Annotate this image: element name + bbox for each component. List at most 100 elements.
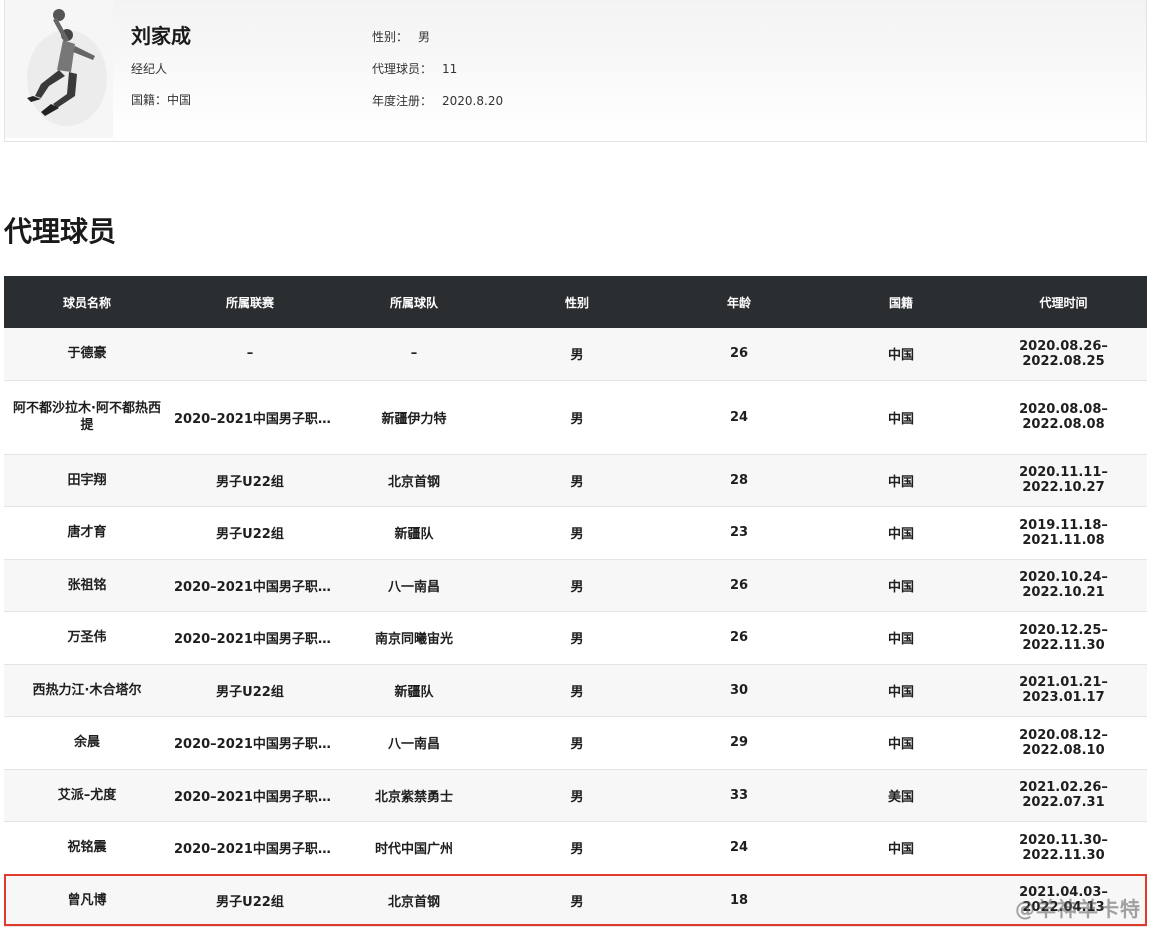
watermark: @羊神羊卡特	[1015, 897, 1141, 921]
header-team[interactable]: 所属球队	[330, 276, 498, 328]
table-row[interactable]: 西热力江·木合塔尔 男子U22组 新疆队 男 30 中国 2021.01.21–2023.0…	[4, 664, 1147, 716]
gender-cell: 男	[570, 737, 584, 752]
agency-period-cell: 2021.02.26–2022.07.31	[1019, 780, 1108, 810]
gender-label: 性别：	[372, 30, 409, 44]
player-name-cell: 曾凡博	[67, 892, 107, 908]
league-cell: 2020–2021中国男子职…	[174, 411, 330, 427]
header-nationality[interactable]: 国籍	[822, 276, 980, 328]
agent-gender: 性别： 男	[372, 28, 430, 45]
agency-period-cell: 2020.08.26–2022.08.25	[1019, 338, 1108, 369]
league-cell: 2020–2021中国男子职…	[174, 789, 330, 805]
nationality-cell: 中国	[887, 632, 914, 647]
team-cell: 南京同曦宙光	[374, 632, 453, 647]
team-cell: 八一南昌	[387, 579, 440, 595]
nationality-label: 国籍：	[131, 93, 168, 107]
registration-value: 2020.8.20	[442, 94, 504, 108]
nationality-cell: 中国	[887, 684, 914, 700]
nationality-cell: 美国	[887, 789, 914, 805]
age-cell: 29	[729, 735, 749, 750]
gender-cell: 男	[570, 527, 584, 542]
team-cell: 北京首钢	[387, 894, 440, 910]
league-cell: –	[246, 346, 254, 362]
age-cell: 28	[729, 472, 749, 488]
player-name-cell: 西热力江·木合塔尔	[32, 682, 142, 698]
header-age[interactable]: 年龄	[656, 276, 822, 328]
player-name-cell: 张祖铭	[67, 577, 107, 593]
table-row[interactable]: 祝铭震 2020–2021中国男子职… 时代中国广州 男 24 中国 2020.11.30–…	[4, 821, 1147, 874]
league-cell: 2020–2021中国男子职…	[174, 842, 330, 857]
basketball-player-icon	[27, 9, 107, 126]
team-cell: 新疆队	[394, 527, 434, 542]
age-cell: 33	[729, 787, 749, 803]
table-row[interactable]: 唐才育 男子U22组 新疆队 男 23 中国 2019.11.18–2021.11.08	[4, 506, 1147, 559]
table-row[interactable]: 余晨 2020–2021中国男子职… 八一南昌 男 29 中国 2020.08.12–202…	[4, 716, 1147, 769]
player-name-cell: 祝铭震	[67, 840, 107, 855]
gender-cell: 男	[570, 579, 584, 595]
header-agency-period[interactable]: 代理时间	[980, 276, 1147, 328]
agency-period-cell: 2021.01.21–2023.01.17	[1019, 675, 1108, 705]
nationality-value: 中国	[167, 93, 192, 107]
player-name-cell: 万圣伟	[67, 630, 107, 645]
section-title: 代理球员	[4, 215, 117, 248]
age-cell: 30	[729, 682, 749, 698]
nationality-cell: 中国	[887, 527, 914, 542]
player-name-cell: 艾派–尤度	[57, 787, 117, 803]
table-row[interactable]: 张祖铭 2020–2021中国男子职… 八一南昌 男 26 中国 2020.10.24–20…	[4, 559, 1147, 611]
player-name-cell: 于德豪	[67, 346, 107, 362]
agency-period-cell: 2020.11.30–2022.11.30	[1019, 832, 1108, 863]
agent-registration: 年度注册： 2020.8.20	[372, 92, 503, 109]
age-cell: 24	[729, 840, 749, 855]
nationality-cell: 中国	[887, 579, 914, 595]
league-cell: 2020–2021中国男子职…	[174, 579, 330, 595]
league-cell: 男子U22组	[216, 684, 284, 700]
league-cell: 2020–2021中国男子职…	[174, 632, 330, 647]
age-cell: 26	[729, 346, 749, 362]
gender-cell: 男	[570, 348, 584, 364]
registration-label: 年度注册：	[372, 94, 433, 108]
avatar	[5, 0, 113, 138]
league-cell: 男子U22组	[216, 527, 284, 542]
table-row[interactable]: 阿不都沙拉木·阿不都热西提 2020–2021中国男子职… 新疆伊力特 男 24 中国 20…	[4, 380, 1147, 454]
player-name-cell: 田宇翔	[67, 472, 107, 488]
agent-name: 刘家成	[131, 24, 191, 48]
nationality-cell: 中国	[887, 411, 914, 427]
players-label: 代理球员：	[372, 62, 433, 76]
team-cell: 北京首钢	[387, 474, 440, 490]
header-league[interactable]: 所属联赛	[170, 276, 330, 328]
player-name-cell: 唐才育	[67, 525, 107, 540]
nationality-cell: 中国	[887, 348, 914, 364]
team-cell: –	[410, 346, 418, 362]
gender-cell: 男	[570, 411, 584, 427]
agency-period-cell: 2019.11.18–2021.11.08	[1019, 517, 1108, 548]
table-header-row: 球员名称 所属联赛 所属球队 性别 年龄 国籍 代理时间	[4, 276, 1147, 328]
gender-cell: 男	[570, 894, 584, 910]
player-name-cell: 余晨	[73, 735, 100, 750]
header-player-name[interactable]: 球员名称	[4, 276, 170, 328]
gender-cell: 男	[570, 474, 584, 490]
age-cell: 24	[729, 409, 749, 425]
gender-cell: 男	[570, 789, 584, 805]
table-row[interactable]: 于德豪 – – 男 26 中国 2020.08.26–2022.08.25	[4, 328, 1147, 380]
age-cell: 18	[729, 892, 749, 908]
age-cell: 26	[729, 577, 749, 593]
nationality-cell: 中国	[887, 474, 914, 490]
team-cell: 北京紫禁勇士	[374, 789, 453, 805]
league-cell: 男子U22组	[216, 474, 284, 490]
team-cell: 八一南昌	[387, 737, 440, 752]
league-cell: 男子U22组	[216, 894, 284, 910]
agency-period-cell: 2020.08.08–2022.08.08	[1019, 402, 1108, 432]
agency-period-cell: 2020.11.11–2022.10.27	[1019, 465, 1108, 495]
table-row[interactable]: 万圣伟 2020–2021中国男子职… 南京同曦宙光 男 26 中国 2020.12.25–…	[4, 611, 1147, 664]
team-cell: 新疆伊力特	[381, 411, 447, 427]
gender-value: 男	[418, 30, 431, 44]
table-row[interactable]: 田宇翔 男子U22组 北京首钢 男 28 中国 2020.11.11–2022.10.27	[4, 454, 1147, 506]
players-table: 球员名称 所属联赛 所属球队 性别 年龄 国籍 代理时间 于德豪 – – 男 26 中国 2…	[4, 276, 1147, 927]
agency-period-cell: 2020.12.25–2022.11.30	[1019, 622, 1108, 653]
agent-nationality: 国籍：中国	[131, 91, 191, 108]
table-row[interactable]: 艾派–尤度 2020–2021中国男子职… 北京紫禁勇士 男 33 美国 2021.02.2…	[4, 769, 1147, 821]
nationality-cell	[822, 874, 980, 926]
team-cell: 时代中国广州	[374, 842, 453, 857]
header-gender[interactable]: 性别	[498, 276, 656, 328]
gender-cell: 男	[570, 842, 584, 857]
table-row[interactable]: 曾凡博 男子U22组 北京首钢男 18 2021.04.03–2022.04.13	[4, 874, 1147, 926]
